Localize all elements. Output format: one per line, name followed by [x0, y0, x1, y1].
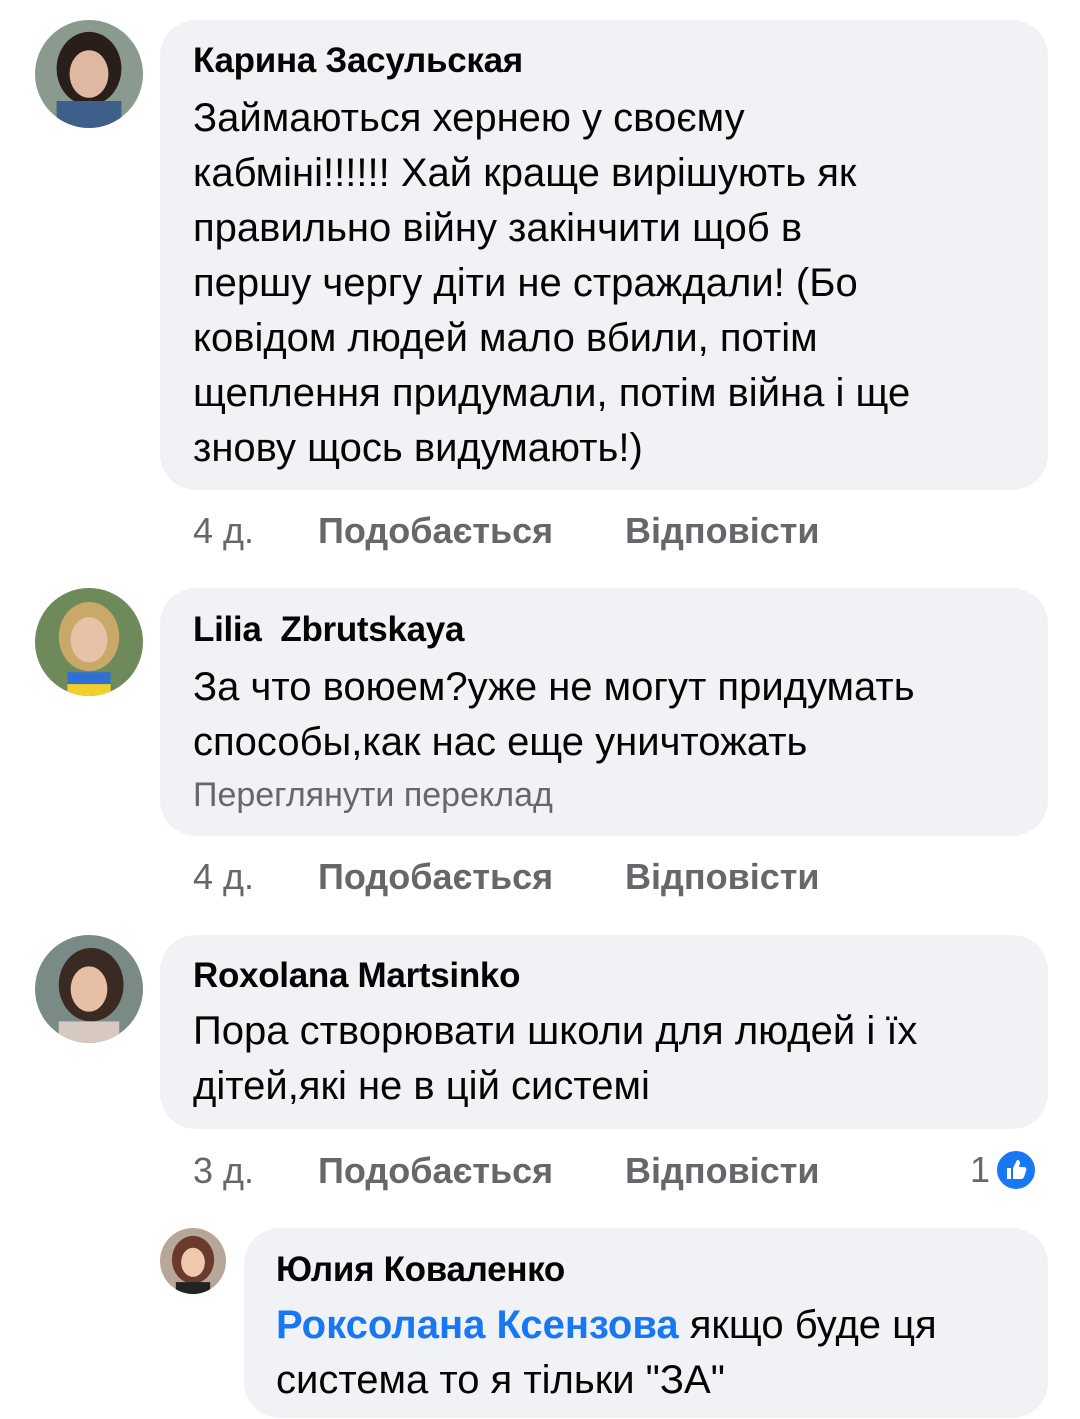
reply-button[interactable]: Відповісти: [625, 856, 820, 898]
comment-actions: 4 д. Подобається Відповісти: [193, 510, 893, 554]
comment-actions: 4 д. Подобається Відповісти: [193, 856, 893, 900]
like-button[interactable]: Подобається: [318, 510, 553, 552]
comment-text: Пора створювати школи для людей і їх діт…: [193, 1009, 918, 1108]
timestamp[interactable]: 3 д.: [193, 1150, 254, 1192]
reaction-summary[interactable]: 1: [970, 1148, 1038, 1192]
reply-button[interactable]: Відповісти: [625, 510, 820, 552]
reaction-count: 1: [970, 1149, 991, 1190]
like-button[interactable]: Подобається: [318, 856, 553, 898]
comment-author[interactable]: Lilia Zbrutskaya: [193, 610, 464, 650]
avatar-image: [160, 1228, 226, 1294]
like-button[interactable]: Подобається: [318, 1150, 553, 1192]
avatar[interactable]: [35, 935, 143, 1043]
like-icon: [995, 1149, 1038, 1191]
avatar[interactable]: [160, 1228, 226, 1294]
timestamp[interactable]: 4 д.: [193, 510, 254, 552]
timestamp[interactable]: 4 д.: [193, 856, 254, 898]
comment-text: За что воюем?уже не могут придумать спос…: [193, 665, 915, 764]
avatar-image: [35, 588, 143, 696]
comment-text: Займаються хернею у своєму кабміні!!!!!!…: [193, 96, 911, 470]
avatar-image: [35, 20, 143, 128]
comment-text: Роксолана Ксензова якщо буде ця система …: [276, 1303, 937, 1402]
comment-author[interactable]: Roxolana Martsinko: [193, 956, 520, 996]
avatar[interactable]: [35, 588, 143, 696]
see-translation-link[interactable]: Переглянути переклад: [193, 776, 553, 815]
mention-link[interactable]: Роксолана Ксензова: [276, 1303, 679, 1347]
comment-author[interactable]: Юлия Коваленко: [276, 1250, 565, 1290]
avatar[interactable]: [35, 20, 143, 128]
comment-actions: 3 д. Подобається Відповісти: [193, 1150, 893, 1194]
comment-author[interactable]: Карина Засульская: [193, 41, 523, 81]
avatar-image: [35, 935, 143, 1043]
reply-button[interactable]: Відповісти: [625, 1150, 820, 1192]
